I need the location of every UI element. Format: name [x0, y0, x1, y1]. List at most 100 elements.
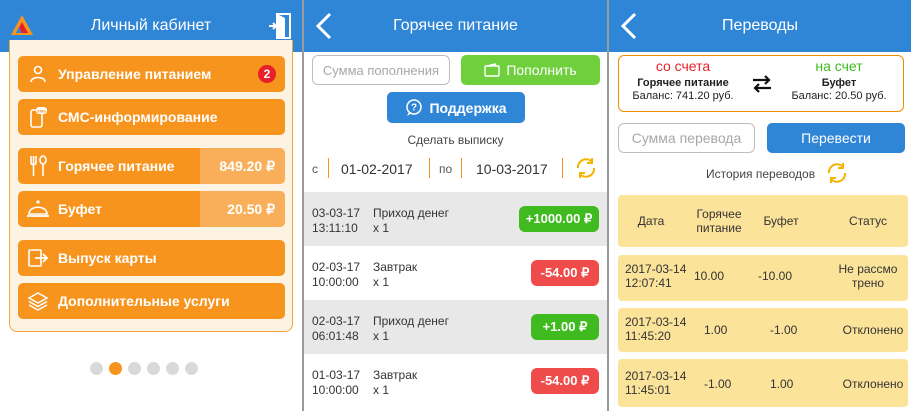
personal-cabinet-screen: Личный кабинет Управление питанием 2 SMS…: [0, 0, 302, 411]
buffet-button[interactable]: Буфет 20.50 ₽: [18, 191, 285, 227]
tx-date: 02-03-17: [312, 314, 361, 328]
page-dot[interactable]: [90, 362, 103, 375]
history-status: Отклонено: [842, 377, 904, 391]
from-account[interactable]: со счета Горячее питание Баланс: 741.20 …: [623, 58, 743, 102]
tx-name: Завтрак: [373, 368, 418, 382]
additional-services-button[interactable]: Дополнительные услуги: [18, 283, 285, 319]
hot-meals-screen: Горячее питание Сумма пополнения Пополни…: [304, 0, 607, 411]
from-balance: Баланс: 741.20 руб.: [632, 90, 734, 102]
page-title: Личный кабинет: [90, 17, 212, 34]
refresh-icon[interactable]: [574, 156, 598, 180]
to-header: на счет: [815, 58, 863, 74]
menu-label: Горячее питание: [58, 158, 175, 174]
history-label: История переводов: [706, 167, 816, 181]
swap-arrows-icon[interactable]: [751, 74, 773, 94]
history-date: 2017-03-14 11:45:01: [625, 369, 687, 397]
page-dot[interactable]: [147, 362, 160, 375]
back-arrow-icon[interactable]: [617, 10, 641, 42]
topup-label: Пополнить: [506, 62, 577, 78]
column-header: Статус: [849, 214, 887, 228]
topup-button[interactable]: Пополнить: [461, 55, 600, 85]
tx-amount: -54.00 ₽: [531, 368, 599, 394]
buffet-balance: 20.50 ₽: [200, 191, 285, 227]
statement-label: Сделать выписку: [407, 133, 504, 147]
refresh-icon[interactable]: [825, 161, 849, 185]
tx-name: Приход денег: [373, 206, 449, 220]
sms-phone-icon: SMS: [18, 99, 58, 135]
to-account-name: Буфет: [821, 77, 857, 89]
from-prefix: с: [312, 162, 318, 176]
layers-icon: [18, 283, 58, 319]
person-icon: [18, 56, 58, 92]
history-buffet: -10.00: [758, 269, 793, 283]
support-chat-icon: ?: [406, 98, 423, 116]
menu-label: Управление питанием: [58, 66, 212, 82]
wallet-icon: [484, 63, 501, 77]
hot-meals-button[interactable]: Горячее питание 849.20 ₽: [18, 148, 285, 184]
tx-amount: +1.00 ₽: [531, 314, 599, 340]
divider: [429, 158, 430, 178]
history-status: Отклонено: [842, 323, 904, 337]
history-hot: 1.00: [704, 323, 728, 337]
to-account[interactable]: на счет Буфет Баланс: 20.50 руб.: [779, 58, 899, 102]
column-header: Дата: [637, 214, 665, 228]
topup-amount-input[interactable]: Сумма пополнения: [312, 55, 450, 85]
tx-name: Завтрак: [373, 260, 418, 274]
to-date-field[interactable]: 10-03-2017: [476, 161, 548, 177]
from-date-field[interactable]: 01-02-2017: [341, 161, 413, 177]
tx-name: Приход денег: [373, 314, 449, 328]
tx-date: 02-03-17: [312, 260, 361, 274]
tx-time: 10:00:00: [312, 383, 359, 397]
history-row[interactable]: 2017-03-14 12:07:41 10.00 -10.00 Не расс…: [618, 255, 908, 301]
history-date: 2017-03-14 11:45:20: [625, 315, 687, 343]
tx-date: 01-03-17: [312, 368, 361, 382]
header-bar: Горячее питание: [304, 0, 607, 52]
tx-qty: x 1: [373, 329, 390, 343]
tx-time: 10:00:00: [312, 275, 359, 289]
divider: [328, 158, 329, 178]
tx-qty: x 1: [373, 383, 390, 397]
back-arrow-icon[interactable]: [312, 10, 336, 42]
to-prefix: по: [439, 162, 453, 176]
menu-label: Дополнительные услуги: [58, 293, 230, 309]
page-title: Переводы: [722, 17, 798, 34]
page-dot-active[interactable]: [109, 362, 122, 375]
svg-text:SMS: SMS: [37, 109, 46, 114]
tx-time: 13:11:10: [312, 221, 358, 235]
history-row[interactable]: 2017-03-14 11:45:20 1.00 -1.00 Отклонено: [618, 308, 908, 352]
tx-date: 03-03-17: [312, 206, 361, 220]
exit-door-icon[interactable]: [268, 12, 292, 40]
transfers-screen: Переводы со счета Горячее питание Баланс…: [609, 0, 911, 411]
page-dot[interactable]: [185, 362, 198, 375]
notification-badge: 2: [258, 65, 276, 83]
svg-text:?: ?: [411, 102, 417, 113]
history-header-row: Дата Горячее питание Буфет Статус: [618, 195, 908, 247]
cloche-icon: [18, 191, 58, 227]
support-button[interactable]: ? Поддержка: [387, 92, 525, 123]
page-dot[interactable]: [128, 362, 141, 375]
column-header: Буфет: [763, 214, 799, 228]
tx-amount: -54.00 ₽: [531, 260, 599, 286]
transfer-label: Перевести: [801, 130, 871, 146]
fork-spoon-icon: [18, 148, 58, 184]
page-dot[interactable]: [166, 362, 179, 375]
sms-info-button[interactable]: SMS СМС-информирование: [18, 99, 285, 135]
menu-label: СМС-информирование: [58, 109, 218, 125]
transfer-amount-input[interactable]: Сумма перевода: [618, 123, 755, 153]
history-buffet: -1.00: [770, 323, 798, 337]
transfer-button[interactable]: Перевести: [767, 123, 905, 153]
date-range-row: с 01-02-2017 по 10-03-2017: [304, 152, 607, 186]
divider: [461, 158, 462, 178]
transaction-row[interactable]: 01-03-17 10:00:00 Завтрак x 1 -54.00 ₽: [304, 354, 607, 408]
transaction-row[interactable]: 02-03-17 10:00:00 Завтрак x 1 -54.00 ₽: [304, 246, 607, 300]
transaction-row[interactable]: 02-03-17 06:01:48 Приход денег x 1 +1.00 ₽: [304, 300, 607, 354]
card-issue-button[interactable]: Выпуск карты: [18, 240, 285, 276]
history-row[interactable]: 2017-03-14 11:45:01 -1.00 1.00 Отклонено: [618, 359, 908, 407]
page-title: Горячее питание: [393, 17, 518, 34]
transaction-row[interactable]: 03-03-17 13:11:10 Приход денег x 1 +1000.0…: [304, 192, 607, 246]
history-date: 2017-03-14 12:07:41: [625, 262, 687, 290]
nutrition-management-button[interactable]: Управление питанием 2: [18, 56, 285, 92]
tx-time: 06:01:48: [312, 329, 359, 343]
history-hot: 10.00: [694, 269, 725, 283]
divider: [562, 158, 563, 178]
